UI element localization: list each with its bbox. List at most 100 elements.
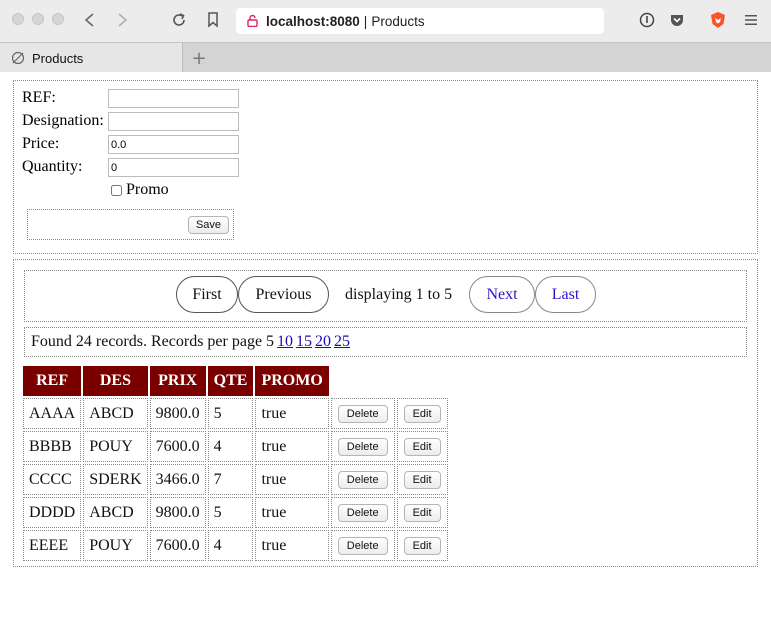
- designation-input[interactable]: [108, 112, 239, 131]
- promo-row: Promo: [111, 181, 169, 199]
- column-header-ref[interactable]: REF: [23, 366, 82, 396]
- quantity-label: Quantity:: [22, 158, 83, 175]
- window-zoom-button[interactable]: [52, 13, 64, 25]
- info-icon[interactable]: [638, 11, 656, 29]
- qte-cell: 5: [207, 497, 254, 528]
- promo-cell: true: [255, 497, 329, 528]
- promo-cell: true: [255, 398, 329, 429]
- promo-cell: true: [255, 431, 329, 462]
- column-header-des[interactable]: DES: [83, 366, 148, 396]
- ref-cell: CCCC: [23, 464, 82, 495]
- price-label: Price:: [22, 135, 60, 152]
- back-icon[interactable]: [79, 9, 101, 31]
- qte-cell: 5: [207, 398, 254, 429]
- ref-cell: DDDD: [23, 497, 82, 528]
- page-size-links: 10 15 20 25: [274, 333, 350, 350]
- edit-cell: Edit: [396, 497, 448, 528]
- promo-cell: true: [255, 464, 329, 495]
- records-info: Found 24 records. Records per page 5 10 15…: [24, 327, 747, 357]
- delete-button[interactable]: Delete: [337, 405, 388, 423]
- page-size-link[interactable]: 20: [315, 333, 331, 350]
- records-text: Found 24 records. Records per page 5: [31, 333, 275, 350]
- window-close-button[interactable]: [12, 13, 24, 25]
- page-size-link[interactable]: 15: [296, 333, 312, 350]
- last-page-button[interactable]: Last: [535, 276, 596, 313]
- menu-icon[interactable]: [742, 11, 760, 29]
- forward-icon[interactable]: [111, 9, 133, 31]
- next-page-button[interactable]: Next: [469, 276, 535, 313]
- price-input[interactable]: [108, 135, 239, 154]
- prix-cell: 9800.0: [149, 398, 206, 429]
- ref-input[interactable]: [108, 89, 239, 108]
- table-row: BBBB POUY 7600.0 4 true Delete Edit: [23, 431, 448, 462]
- table-body: AAAA ABCD 9800.0 5 true Delete Edit BBBB POUY 760…: [23, 398, 448, 561]
- delete-cell: Delete: [330, 398, 395, 429]
- delete-button[interactable]: Delete: [337, 438, 388, 456]
- table-row: CCCC SDERK 3466.0 7 true Delete Edit: [23, 464, 448, 495]
- prix-cell: 9800.0: [149, 497, 206, 528]
- des-cell: POUY: [83, 530, 148, 561]
- bookmark-icon[interactable]: [202, 9, 224, 31]
- quantity-row: Quantity:: [22, 158, 239, 177]
- ref-row: REF:: [22, 89, 239, 108]
- promo-cell: true: [255, 530, 329, 561]
- edit-button[interactable]: Edit: [403, 537, 441, 555]
- edit-button[interactable]: Edit: [403, 405, 441, 423]
- page-size-link[interactable]: 10: [277, 333, 293, 350]
- designation-row: Designation:: [22, 112, 239, 131]
- pager: First Previous displaying 1 to 5 Next La…: [24, 270, 747, 322]
- ref-cell: BBBB: [23, 431, 82, 462]
- first-page-button[interactable]: First: [176, 276, 238, 313]
- url-page-title: Products: [371, 13, 425, 29]
- table-header-row: REF DES PRIX QTE PROMO: [23, 366, 448, 396]
- delete-cell: Delete: [330, 530, 395, 561]
- promo-label: Promo: [126, 181, 169, 198]
- column-header-prix[interactable]: PRIX: [149, 366, 206, 396]
- promo-checkbox[interactable]: [111, 184, 122, 196]
- prix-cell: 7600.0: [149, 431, 206, 462]
- previous-page-button[interactable]: Previous: [238, 276, 329, 313]
- products-table: REF DES PRIX QTE PROMO AAAA ABCD 9800.0 5 tr…: [21, 364, 450, 563]
- tab-label: Products: [32, 50, 84, 66]
- edit-cell: Edit: [396, 431, 448, 462]
- qte-cell: 7: [207, 464, 254, 495]
- tab-bar: Products +: [0, 42, 771, 73]
- reload-icon[interactable]: [168, 9, 190, 31]
- new-tab-button[interactable]: +: [189, 47, 209, 69]
- product-form: REF: Designation: Price: Quantity: Promo…: [13, 80, 758, 254]
- page-size-link[interactable]: 25: [334, 333, 350, 350]
- window-minimize-button[interactable]: [32, 13, 44, 25]
- table-row: DDDD ABCD 9800.0 5 true Delete Edit: [23, 497, 448, 528]
- delete-cell: Delete: [330, 464, 395, 495]
- save-box: Save: [27, 209, 234, 240]
- table-row: EEEE POUY 7600.0 4 true Delete Edit: [23, 530, 448, 561]
- save-button[interactable]: Save: [188, 216, 229, 234]
- delete-button[interactable]: Delete: [337, 471, 388, 489]
- brave-shield-icon[interactable]: [709, 11, 727, 29]
- url-separator: |: [363, 13, 368, 29]
- edit-cell: Edit: [396, 464, 448, 495]
- ref-cell: EEEE: [23, 530, 82, 561]
- edit-button[interactable]: Edit: [403, 438, 441, 456]
- edit-button[interactable]: Edit: [403, 471, 441, 489]
- page-icon: [11, 51, 25, 65]
- page-content: REF: Designation: Price: Quantity: Promo…: [0, 72, 771, 628]
- column-header-promo[interactable]: PROMO: [255, 366, 329, 396]
- qte-cell: 4: [207, 431, 254, 462]
- delete-button[interactable]: Delete: [337, 537, 388, 555]
- quantity-input[interactable]: [108, 158, 239, 177]
- edit-button[interactable]: Edit: [403, 504, 441, 522]
- delete-cell: Delete: [330, 497, 395, 528]
- delete-button[interactable]: Delete: [337, 504, 388, 522]
- des-cell: ABCD: [83, 497, 148, 528]
- price-row: Price:: [22, 135, 239, 154]
- ref-cell: AAAA: [23, 398, 82, 429]
- pocket-icon[interactable]: [668, 11, 686, 29]
- display-range-text: displaying 1 to 5: [345, 286, 453, 303]
- insecure-lock-icon: [246, 14, 259, 28]
- des-cell: POUY: [83, 431, 148, 462]
- column-header-qte[interactable]: QTE: [207, 366, 254, 396]
- des-cell: SDERK: [83, 464, 148, 495]
- tab-products[interactable]: Products: [0, 43, 183, 73]
- url-bar[interactable]: localhost:8080 | Products: [236, 8, 604, 34]
